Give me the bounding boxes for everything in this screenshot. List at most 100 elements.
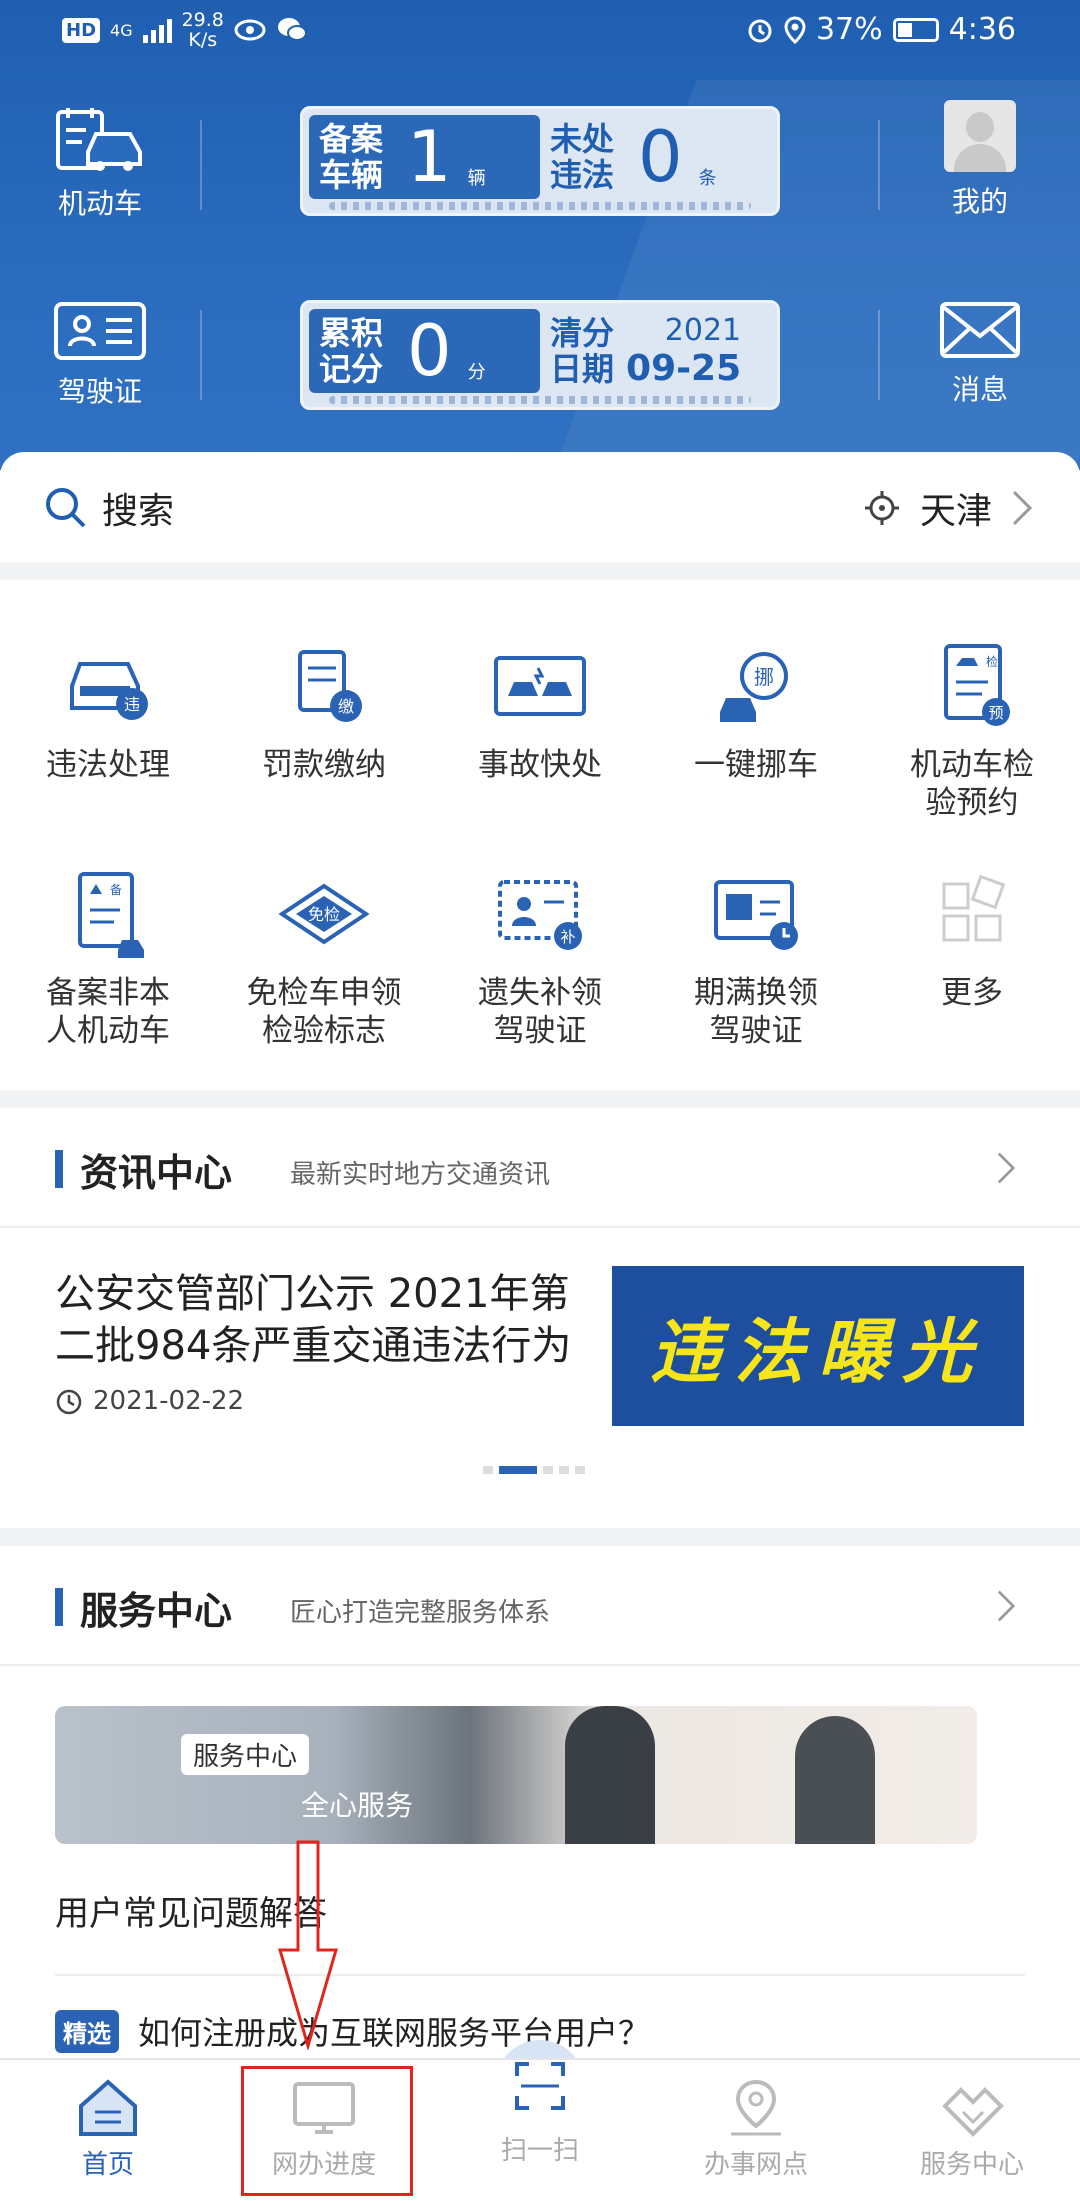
city-selector[interactable]: 天津 (920, 482, 992, 534)
service-label: 期满换领 驾驶证 (694, 975, 818, 1049)
featured-tag: 精选 (55, 2010, 119, 2053)
wechat-icon (277, 18, 307, 41)
more-grid-icon (942, 874, 1006, 942)
service-banner[interactable]: 服务中心 全心服务 (55, 1706, 977, 1844)
service-handshake-icon (942, 2087, 1004, 2137)
accumulated-points: 累积 记分 0 分 (309, 309, 540, 393)
search-input[interactable]: 搜索 (102, 482, 174, 534)
annotation-highlight-box (241, 2066, 413, 2196)
unhandled-violations: 未处 违法 0 条 (550, 116, 717, 198)
service-label: 更多 (941, 975, 1003, 1011)
fine-payment-icon: 缴 (298, 650, 362, 722)
register-vehicle-icon: 备 (78, 872, 144, 958)
svg-text:备: 备 (110, 883, 122, 897)
service-center-header[interactable]: 服务中心 匠心打造完整服务体系 (0, 1546, 1080, 1666)
accident-icon (494, 656, 586, 716)
status-bar: HD 4G 29.8 K/s 37% 4:36 (0, 0, 1080, 66)
carousel-indicator (483, 1466, 585, 1474)
news-thumbnail[interactable]: 违法曝光 (612, 1266, 1024, 1426)
hd-badge: HD (62, 17, 101, 43)
vehicle-stats-plate[interactable]: 备案 车辆 1 辆 未处 违法 0 条 (300, 106, 780, 216)
service-fine-payment[interactable]: 缴 罚款缴纳 (216, 642, 432, 784)
service-move-car[interactable]: 挪 一键挪车 (648, 642, 864, 784)
battery-icon (892, 17, 939, 42)
svg-text:缴: 缴 (338, 697, 354, 716)
messages-entry[interactable]: 消息 (920, 300, 1040, 408)
news-item-title[interactable]: 公安交管部门公示 2021年第二批984条严重交通违法行为 (55, 1268, 595, 1372)
service-label: 罚款缴纳 (262, 747, 386, 783)
license-renew-icon (714, 880, 798, 950)
divider (200, 310, 202, 400)
clear-date: 清分 日期 2021 09-25 (550, 313, 742, 389)
svg-text:预: 预 (988, 704, 1003, 722)
service-exemption-label[interactable]: 免检 免检车申领 检验标志 (216, 870, 432, 1050)
divider (200, 120, 202, 210)
svg-text:违: 违 (124, 695, 140, 714)
vehicle-entry[interactable]: 机动车 (40, 104, 160, 222)
tab-label: 服务中心 (919, 2150, 1024, 2180)
car-document-icon (56, 108, 142, 171)
service-more[interactable]: 更多 (864, 870, 1080, 1012)
service-license-reissue[interactable]: 补 遗失补领 驾驶证 (432, 870, 648, 1050)
locate-crosshair-icon (865, 491, 899, 525)
signal-icon (142, 17, 172, 43)
alarm-icon (748, 19, 772, 42)
service-label: 免检车申领 检验标志 (246, 975, 402, 1049)
header-panel: HD 4G 29.8 K/s 37% 4:36 机动车 驾驶证 备案 车辆 1 … (0, 0, 1080, 470)
service-inspection-appointment[interactable]: 检 预 机动车检 验预约 (864, 642, 1080, 822)
chevron-right-icon (997, 1152, 1016, 1184)
service-center-section: 服务中心 匠心打造完整服务体系 服务中心 全心服务 用户常见问题解答 精选 如何… (0, 1546, 1080, 2058)
license-label: 驾驶证 (57, 375, 142, 408)
id-card-icon (54, 302, 146, 360)
home-icon (79, 2079, 137, 2136)
my-profile-entry[interactable]: 我的 (920, 100, 1040, 220)
news-item-date: 2021-02-22 (93, 1386, 245, 1416)
status-right: 37% 4:36 (746, 12, 1016, 47)
scan-icon (515, 2062, 565, 2110)
news-header[interactable]: 资讯中心 最新实时地方交通资讯 (0, 1108, 1080, 1228)
service-register-other-vehicle[interactable]: 备 备案非本 人机动车 (0, 870, 216, 1050)
tab-service-center[interactable]: 服务中心 (864, 2060, 1080, 2204)
banner-slogan: 全心服务 (301, 1789, 414, 1822)
location-icon (784, 15, 806, 44)
clock-icon (56, 1389, 82, 1415)
divider (55, 1974, 1025, 1976)
inspection-appointment-icon: 检 预 (944, 644, 1010, 726)
bottom-nav: 首页 网办进度 扫一扫 办事网点 服务中心 (0, 2058, 1080, 2204)
banner-chip: 服务中心 (181, 1734, 310, 1775)
service-license-renew[interactable]: 期满换领 驾驶证 (648, 870, 864, 1050)
messages-label: 消息 (951, 373, 1008, 406)
search-bar[interactable]: 搜索 天津 (0, 452, 1080, 562)
tab-service-points[interactable]: 办事网点 (648, 2060, 864, 2204)
service-accident-quick[interactable]: 事故快处 (432, 642, 648, 784)
registered-vehicles: 备案 车辆 1 辆 (309, 115, 540, 199)
service-label: 机动车检 验预约 (910, 747, 1034, 821)
license-reissue-icon: 补 (498, 880, 582, 950)
license-stats-plate[interactable]: 累积 记分 0 分 清分 日期 2021 09-25 (300, 300, 780, 410)
search-icon (46, 488, 86, 528)
vehicle-label: 机动车 (57, 187, 142, 220)
clear-date-day: 09-25 (626, 348, 742, 389)
service-violation-handling[interactable]: 违 违法处理 (0, 642, 216, 784)
license-entry[interactable]: 驾驶证 (40, 300, 160, 410)
clear-date-year: 2021 (664, 313, 742, 348)
news-subtitle: 最新实时地方交通资讯 (290, 1160, 551, 1190)
tab-scan[interactable]: 扫一扫 (432, 2060, 648, 2204)
battery-percent: 37% (815, 12, 883, 47)
news-title: 资讯中心 (80, 1151, 233, 1195)
app-screen: HD 4G 29.8 K/s 37% 4:36 机动车 驾驶证 备案 车辆 1 … (0, 0, 1080, 2204)
service-label: 事故快处 (478, 747, 602, 783)
svg-text:挪: 挪 (754, 665, 774, 689)
tab-label: 扫一扫 (500, 2136, 579, 2166)
banner-figure (565, 1706, 655, 1844)
service-label: 违法处理 (46, 747, 170, 783)
service-center-subtitle: 匠心打造完整服务体系 (290, 1598, 551, 1628)
chevron-right-icon (997, 1590, 1016, 1622)
location-pin-icon (731, 2079, 781, 2136)
unhandled-violations-count: 0 (638, 116, 683, 198)
svg-text:免检: 免检 (308, 905, 340, 924)
faq-question[interactable]: 如何注册成为互联网服务平台用户？ (138, 2008, 650, 2054)
svg-text:检: 检 (986, 654, 998, 669)
annotation-arrow-icon (278, 1840, 338, 2050)
tab-home[interactable]: 首页 (0, 2060, 216, 2204)
